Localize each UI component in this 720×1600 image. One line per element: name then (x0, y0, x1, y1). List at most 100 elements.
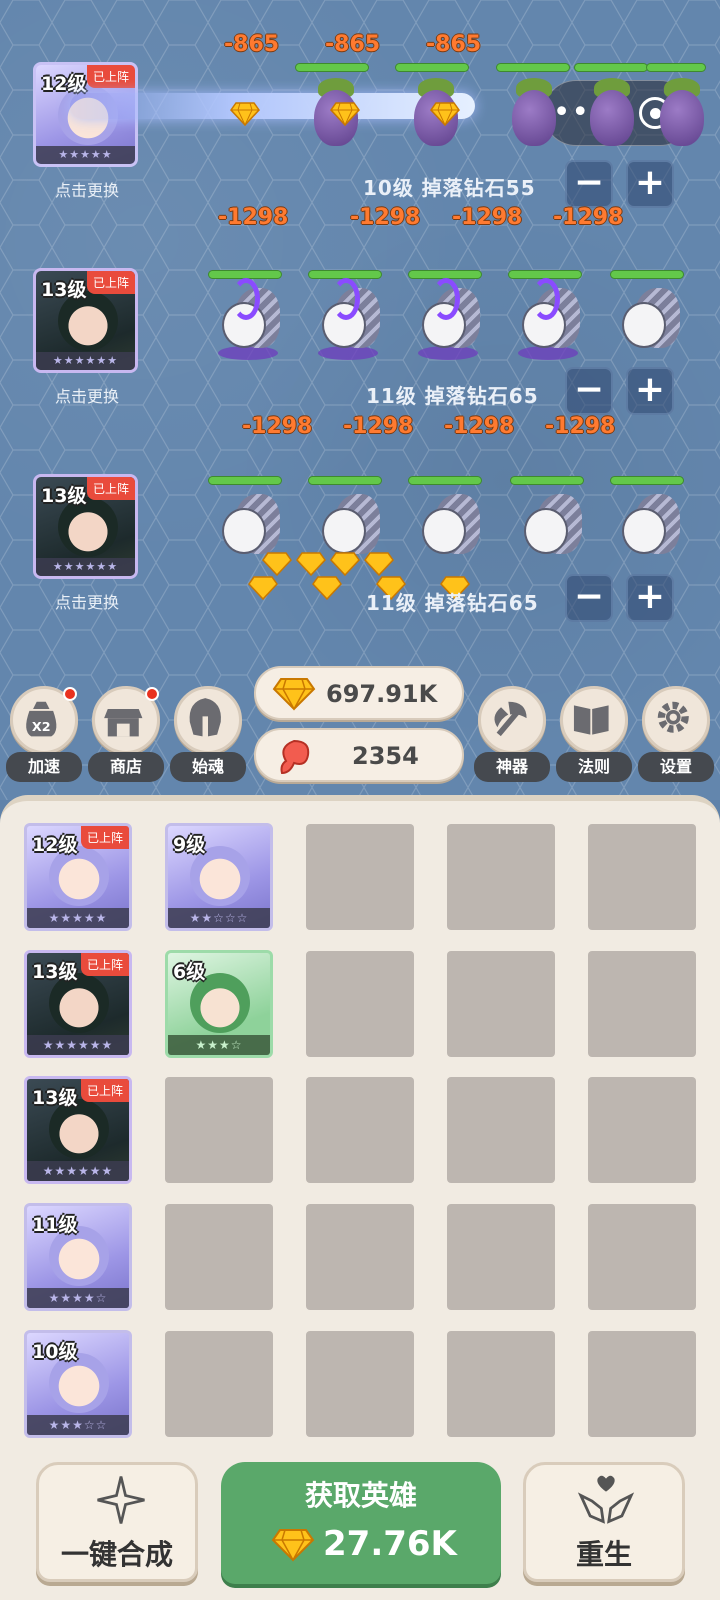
damage-number: -1298 (553, 205, 624, 230)
hero-level: 9级 (173, 834, 206, 856)
diamond-icon (272, 678, 316, 711)
speed-up-button[interactable]: X2 (10, 686, 78, 754)
lane-level-plus-button[interactable]: + (626, 160, 674, 208)
settings-label: 设置 (638, 752, 714, 782)
hero-card[interactable]: 13级 已上阵 ★★★★★★ (33, 474, 138, 579)
auto-merge-label: 一键合成 (60, 1538, 173, 1571)
deployed-badge: 已上阵 (86, 271, 135, 294)
lane-level-minus-button[interactable]: − (565, 367, 613, 415)
gear-icon (657, 701, 689, 733)
hedgehog-monster (512, 278, 584, 360)
rebirth-button[interactable]: 重生 (523, 1462, 685, 1582)
empty-hero-slot[interactable] (588, 951, 696, 1057)
lane-enemy-info: 11级 掉落钻石65 (366, 384, 539, 408)
empty-hero-slot[interactable] (588, 1204, 696, 1310)
rules-button[interactable] (560, 686, 628, 754)
lane-3-hero-slot[interactable]: 13级 已上阵 ★★★★★★ 点击更换 (33, 474, 141, 613)
notification-dot (145, 687, 159, 701)
hero-level: 6级 (173, 961, 206, 983)
empty-hero-slot[interactable] (306, 1204, 414, 1310)
lane-level-plus-button[interactable]: + (626, 574, 674, 622)
hero-level: 13级 (32, 1087, 78, 1109)
empty-hero-slot[interactable] (588, 824, 696, 930)
damage-number: -1298 (242, 414, 313, 439)
damage-number: -1298 (343, 414, 414, 439)
empty-hero-slot[interactable] (165, 1077, 273, 1183)
swap-hero-link[interactable]: 点击更换 (33, 589, 141, 613)
rules-label: 法则 (556, 752, 632, 782)
lane-level-minus-button[interactable]: − (565, 574, 613, 622)
inventory-hero-card[interactable]: 13级 已上阵 ★★★★★★ (24, 950, 132, 1058)
hero-stars: ★★★★☆ (27, 1288, 129, 1308)
lane-level-minus-button[interactable]: − (565, 160, 613, 208)
lane-2-hero-slot[interactable]: 13级 已上阵 ★★★★★★ 点击更换 (33, 268, 141, 407)
book-icon (573, 705, 609, 735)
diamond-balance: 697.91K (254, 666, 464, 720)
eggplant-monster (498, 78, 570, 150)
empty-hero-slot[interactable] (447, 951, 555, 1057)
settings-button[interactable] (642, 686, 710, 754)
empty-hero-slot[interactable] (447, 1331, 555, 1437)
lane-1-hero-slot[interactable]: 12级 已上阵 ★★★★★ 点击更换 (33, 62, 141, 201)
enemy-hp-bar (574, 63, 648, 72)
hedgehog-monster (412, 278, 484, 360)
empty-hero-slot[interactable] (306, 1331, 414, 1437)
enemy-hp-bar (395, 63, 469, 72)
enemy-hp-bar (510, 476, 584, 485)
inventory-hero-card[interactable]: 6级 ★★★☆ (165, 950, 273, 1058)
meat-icon (280, 739, 310, 775)
diamond-drop-icon (248, 576, 278, 601)
inventory-hero-card[interactable]: 9级 ★★☆☆☆ (165, 823, 273, 931)
empty-hero-slot[interactable] (165, 1204, 273, 1310)
damage-number: -865 (224, 32, 280, 57)
empty-hero-slot[interactable] (165, 1331, 273, 1437)
damage-number: -865 (426, 32, 482, 57)
inventory-hero-card[interactable]: 10级 ★★★☆☆ (24, 1330, 132, 1438)
deployed-badge: 已上阵 (80, 953, 129, 976)
empty-hero-slot[interactable] (588, 1077, 696, 1183)
damage-number: -1298 (444, 414, 515, 439)
hands-heart-icon (577, 1475, 635, 1524)
empty-hero-slot[interactable] (588, 1331, 696, 1437)
shop-button[interactable] (92, 686, 160, 754)
hero-stars: ★★★☆ (168, 1035, 270, 1055)
damage-number: -865 (325, 32, 381, 57)
hero-card[interactable]: 13级 已上阵 ★★★★★★ (33, 268, 138, 373)
enemy-hp-bar (308, 476, 382, 485)
damage-number: -1298 (350, 205, 421, 230)
hero-level: 13级 (41, 485, 87, 507)
hedgehog-monster (612, 284, 684, 356)
empty-hero-slot[interactable] (306, 1077, 414, 1183)
speed-up-label: 加速 (6, 752, 82, 782)
diamond-drop-icon (296, 552, 326, 577)
artifact-label: 神器 (474, 752, 550, 782)
swap-hero-link[interactable]: 点击更换 (33, 383, 141, 407)
diamond-drop-icon (312, 576, 342, 601)
swap-hero-link[interactable]: 点击更换 (33, 177, 141, 201)
rebirth-label: 重生 (575, 1538, 632, 1571)
diamond-icon (271, 1529, 315, 1562)
soul-button[interactable] (174, 686, 242, 754)
hero-level: 10级 (32, 1341, 78, 1363)
inventory-hero-card[interactable]: 11级 ★★★★☆ (24, 1203, 132, 1311)
empty-hero-slot[interactable] (306, 824, 414, 930)
meat-amount: 2354 (352, 742, 419, 770)
hero-stars: ★★★★★ (36, 146, 135, 164)
eggplant-monster (646, 78, 718, 150)
inventory-hero-card[interactable]: 13级 已上阵 ★★★★★★ (24, 1076, 132, 1184)
hedgehog-monster (612, 490, 684, 562)
empty-hero-slot[interactable] (447, 1077, 555, 1183)
artifact-button[interactable] (478, 686, 546, 754)
hero-level: 13级 (41, 279, 87, 301)
diamond-drop-icon (364, 552, 394, 577)
empty-hero-slot[interactable] (306, 951, 414, 1057)
auto-merge-button[interactable]: 一键合成 (36, 1462, 198, 1582)
empty-hero-slot[interactable] (447, 824, 555, 930)
lane-enemy-info: 10级 掉落钻石55 (363, 176, 536, 200)
empty-hero-slot[interactable] (447, 1204, 555, 1310)
inventory-hero-card[interactable]: 12级 已上阵 ★★★★★ (24, 823, 132, 931)
get-hero-button[interactable]: 获取英雄 27.76K (221, 1462, 501, 1584)
hero-stars: ★★★☆☆ (27, 1415, 129, 1435)
hero-stars: ★★★★★★ (27, 1035, 129, 1055)
lane-level-plus-button[interactable]: + (626, 367, 674, 415)
